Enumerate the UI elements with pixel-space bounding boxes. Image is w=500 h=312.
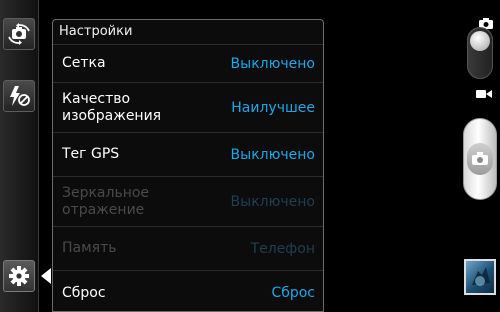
- mode-switch-knob[interactable]: [470, 31, 490, 51]
- setting-gps-tag[interactable]: Тег GPS Выключено: [53, 133, 323, 177]
- popup-pointer: [41, 268, 51, 284]
- setting-value: Наилучшее: [231, 99, 315, 116]
- settings-panel: Настройки Сетка Выключено Качество изобр…: [52, 19, 324, 312]
- gear-icon: [8, 265, 30, 287]
- setting-label: Зеркальное отражение: [62, 184, 150, 218]
- setting-value: Выключено: [230, 146, 315, 163]
- left-toolbar: [0, 0, 39, 312]
- setting-value: Сброс: [271, 285, 315, 301]
- shutter-button[interactable]: [463, 118, 497, 200]
- setting-storage: Память Телефон: [53, 227, 323, 271]
- setting-label: Сброс: [62, 284, 106, 301]
- shutter-inner: [467, 143, 493, 175]
- setting-value: Телефон: [250, 240, 315, 257]
- setting-grid[interactable]: Сетка Выключено: [53, 45, 323, 83]
- setting-label: Качество изображения: [62, 90, 162, 124]
- setting-image-quality[interactable]: Качество изображения Наилучшее: [53, 83, 323, 133]
- setting-label: Память: [62, 240, 117, 256]
- switch-camera-icon: [7, 23, 31, 45]
- camera-icon: [472, 150, 488, 169]
- setting-reset[interactable]: Сброс Сброс: [53, 271, 323, 311]
- flash-off-icon: [7, 85, 31, 107]
- switch-camera-button[interactable]: [3, 18, 35, 50]
- setting-value: Выключено: [230, 55, 315, 72]
- video-camera-icon: [476, 84, 492, 103]
- flash-off-button[interactable]: [3, 80, 35, 112]
- setting-label: Сетка: [62, 55, 106, 71]
- camera-mode-switch[interactable]: [467, 27, 493, 79]
- setting-value: Выключено: [230, 193, 315, 210]
- setting-mirror: Зеркальное отражение Выключено: [53, 177, 323, 227]
- last-photo-thumbnail[interactable]: [464, 259, 496, 295]
- panel-title: Настройки: [53, 20, 323, 45]
- right-toolbar: [460, 0, 500, 312]
- setting-label: Тег GPS: [62, 146, 120, 162]
- settings-button[interactable]: [3, 260, 35, 292]
- settings-list: Сетка Выключено Качество изображения Наи…: [53, 45, 323, 311]
